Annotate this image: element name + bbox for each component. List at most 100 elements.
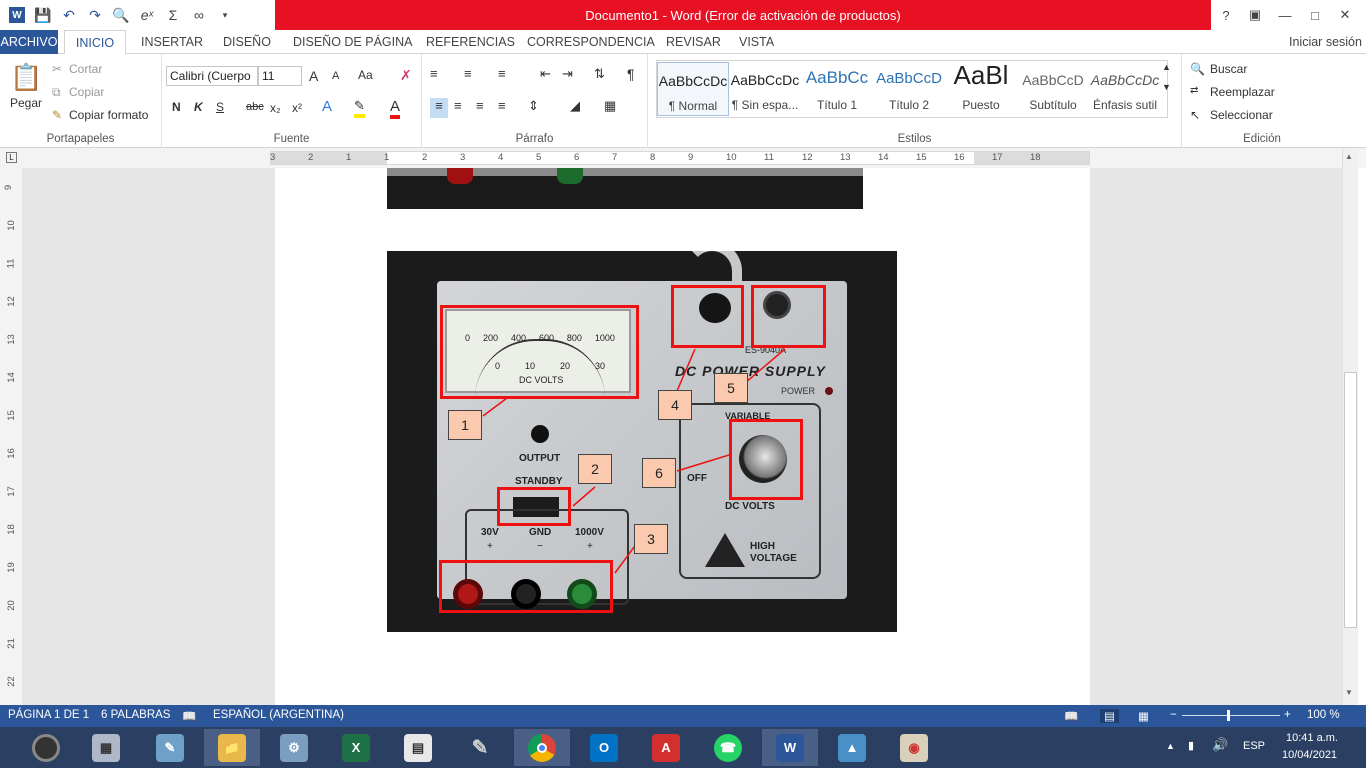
superscript-button[interactable]: x² bbox=[292, 101, 302, 115]
vertical-ruler[interactable]: 9 10 11 12 13 14 15 16 17 18 19 20 21 22 bbox=[0, 168, 22, 705]
bold-button[interactable]: N bbox=[172, 100, 181, 114]
minimize-icon[interactable]: — bbox=[1270, 0, 1300, 30]
styles-scroll-down-icon[interactable]: ▼ bbox=[1162, 82, 1171, 92]
find-button[interactable]: Buscar bbox=[1210, 62, 1247, 76]
tab-revisar[interactable]: REVISAR bbox=[666, 30, 721, 54]
clock-date[interactable]: 10/04/2021 bbox=[1282, 749, 1337, 761]
word-app-icon[interactable]: W bbox=[6, 4, 28, 26]
equation-icon[interactable]: eˣ bbox=[136, 4, 158, 26]
replace-button[interactable]: Reemplazar bbox=[1210, 85, 1275, 99]
decrease-indent-icon[interactable]: ⇤ bbox=[540, 66, 551, 82]
sum-icon[interactable]: Σ bbox=[162, 4, 184, 26]
tab-vista[interactable]: VISTA bbox=[739, 30, 774, 54]
numbering-icon[interactable]: ≡ bbox=[464, 66, 472, 81]
tab-insertar[interactable]: INSERTAR bbox=[141, 30, 203, 54]
bullets-icon[interactable]: ≡ bbox=[430, 66, 438, 81]
save-icon[interactable]: 💾 bbox=[32, 4, 54, 26]
calculator-icon[interactable]: ▦ bbox=[78, 729, 134, 766]
font-color-button[interactable]: A bbox=[390, 98, 401, 119]
sort-icon[interactable]: ⇅ bbox=[594, 66, 605, 82]
format-painter-button[interactable]: Copiar formato bbox=[69, 108, 148, 122]
style-normal[interactable]: AaBbCcDc ¶ Normal bbox=[657, 62, 729, 116]
web-layout-icon[interactable]: ▦ bbox=[1138, 709, 1149, 723]
show-formatting-button[interactable]: ¶ bbox=[627, 66, 635, 82]
text-effects-button[interactable]: A bbox=[322, 98, 332, 115]
file-explorer-icon[interactable]: 📁 bbox=[204, 729, 260, 766]
close-icon[interactable]: ✕ bbox=[1330, 0, 1360, 30]
styles-scroll-up-icon[interactable]: ▲ bbox=[1162, 62, 1171, 72]
word-count[interactable]: 6 PALABRAS bbox=[101, 709, 170, 721]
vertical-scrollbar[interactable]: ▲ ▼ bbox=[1342, 148, 1358, 705]
notebook-icon[interactable]: ✎ bbox=[142, 729, 198, 766]
cut-button[interactable]: Cortar bbox=[69, 62, 102, 76]
chrome-icon[interactable] bbox=[514, 729, 570, 766]
style-subtitulo[interactable]: AaBbCcD Subtítulo bbox=[1017, 62, 1089, 116]
style-puesto[interactable]: AaBl Puesto bbox=[945, 60, 1017, 116]
document-page[interactable]: 0 200 400 600 800 1000 0 10 20 30 DC VOLTS ES-90… bbox=[275, 168, 1090, 705]
zoom-level[interactable]: 100 % bbox=[1307, 709, 1340, 721]
replace-icon[interactable]: ⇄ bbox=[1190, 85, 1198, 96]
help-button[interactable]: ? bbox=[1211, 0, 1241, 30]
tray-expand-icon[interactable]: ▲ bbox=[1166, 741, 1175, 751]
style-sin-espaciado[interactable]: AaBbCcDc ¶ Sin espa... bbox=[729, 62, 801, 116]
align-center-icon[interactable]: ≡ bbox=[454, 98, 462, 113]
outlook-icon[interactable]: O bbox=[576, 729, 632, 766]
scroll-up-icon[interactable]: ▲ bbox=[1345, 152, 1353, 161]
read-mode-icon[interactable]: 📖 bbox=[1064, 709, 1078, 723]
underline-button[interactable]: S bbox=[216, 100, 224, 114]
language-indicator[interactable]: ESPAÑOL (ARGENTINA) bbox=[213, 709, 344, 721]
camera-app-icon[interactable] bbox=[18, 729, 74, 766]
network-signal-icon[interactable]: ▮ bbox=[1188, 739, 1194, 752]
clear-format-icon[interactable]: ✗ bbox=[400, 67, 412, 84]
font-size-combo[interactable]: 11 bbox=[258, 66, 302, 86]
word-taskbar-icon[interactable]: W bbox=[762, 729, 818, 766]
grow-font-button[interactable]: A bbox=[309, 68, 318, 84]
highlight-icon[interactable]: ✎ bbox=[354, 98, 365, 118]
strikethrough-button[interactable]: abc bbox=[246, 101, 264, 113]
copy-button[interactable]: Copiar bbox=[69, 85, 104, 99]
align-left-icon[interactable]: ≡ bbox=[430, 98, 448, 118]
proofing-icon[interactable]: 📖 bbox=[182, 709, 196, 723]
subscript-button[interactable]: x₂ bbox=[270, 101, 281, 115]
zoom-in-button[interactable]: + bbox=[1284, 709, 1291, 721]
style-titulo-2[interactable]: AaBbCcD Título 2 bbox=[873, 62, 945, 116]
input-language[interactable]: ESP bbox=[1243, 740, 1265, 752]
tab-selector-icon[interactable]: L bbox=[6, 152, 17, 163]
scroll-thumb[interactable] bbox=[1344, 372, 1357, 628]
cut-icon[interactable]: ✂ bbox=[52, 62, 62, 76]
infinity-icon[interactable]: ∞ bbox=[188, 4, 210, 26]
line-spacing-icon[interactable]: ⇕ bbox=[528, 98, 539, 114]
pen-tool-icon[interactable]: ✎ bbox=[452, 729, 508, 766]
power-supply-photo[interactable]: 0 200 400 600 800 1000 0 10 20 30 DC VOLTS ES-90… bbox=[387, 251, 897, 632]
publisher-icon[interactable]: ▤ bbox=[390, 729, 446, 766]
maximize-icon[interactable]: □ bbox=[1300, 0, 1330, 30]
borders-icon[interactable]: ▦ bbox=[604, 98, 616, 114]
zoom-out-button[interactable]: − bbox=[1170, 709, 1177, 721]
signin-link[interactable]: Iniciar sesión bbox=[1289, 30, 1362, 54]
print-layout-icon[interactable]: ▤ bbox=[1100, 709, 1119, 723]
justify-icon[interactable]: ≡ bbox=[498, 98, 506, 113]
tab-referencias[interactable]: REFERENCIAS bbox=[426, 30, 515, 54]
tab-archivo[interactable]: ARCHIVO bbox=[0, 30, 58, 54]
font-name-combo[interactable]: Calibri (Cuerpo bbox=[166, 66, 258, 86]
undo-icon[interactable]: ↶ bbox=[58, 4, 80, 26]
whatsapp-icon[interactable]: ☎ bbox=[700, 729, 756, 766]
tab-inicio[interactable]: INICIO bbox=[64, 30, 126, 55]
shrink-font-button[interactable]: A bbox=[332, 70, 339, 82]
style-titulo-1[interactable]: AaBbCc Título 1 bbox=[801, 62, 873, 116]
italic-button[interactable]: K bbox=[194, 100, 203, 114]
photos-icon[interactable]: ▲ bbox=[824, 729, 880, 766]
align-right-icon[interactable]: ≡ bbox=[476, 98, 484, 113]
customize-qat-icon[interactable]: ▾ bbox=[214, 4, 236, 26]
redo-icon[interactable]: ↷ bbox=[84, 4, 106, 26]
clock-time[interactable]: 10:41 a.m. bbox=[1286, 732, 1338, 744]
zoom-slider[interactable] bbox=[1182, 715, 1280, 716]
ribbon-display-icon[interactable]: ▣ bbox=[1240, 0, 1270, 30]
change-case-button[interactable]: Aa bbox=[358, 68, 373, 82]
select-icon[interactable]: ↖ bbox=[1190, 108, 1200, 122]
paste-button[interactable]: Pegar bbox=[10, 96, 42, 110]
previous-image-fragment[interactable] bbox=[387, 168, 863, 209]
network-app-icon[interactable]: ⚙ bbox=[266, 729, 322, 766]
acrobat-icon[interactable]: A bbox=[638, 729, 694, 766]
increase-indent-icon[interactable]: ⇥ bbox=[562, 66, 573, 82]
